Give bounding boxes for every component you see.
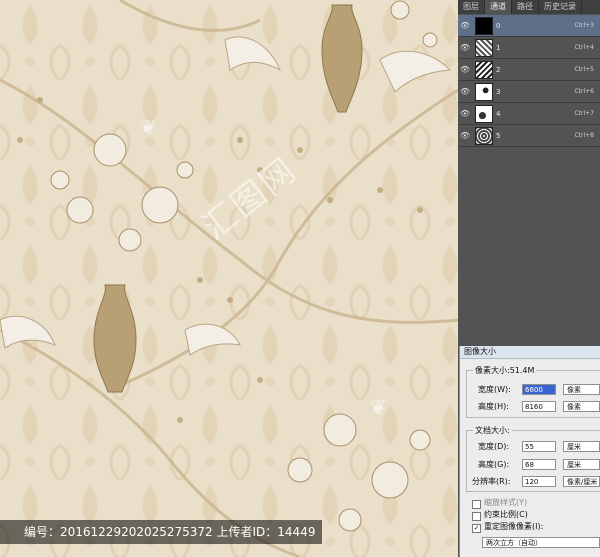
scale-styles-checkbox[interactable] [472,500,481,509]
resample-checkbox[interactable]: ✓ [472,524,481,533]
eye-icon[interactable]: 👁 [458,87,472,96]
width-input[interactable]: 6600 [522,384,556,395]
width-unit-select[interactable]: 像素 [563,384,600,395]
height-label: 高度(H): [478,402,509,411]
doc-height-label: 高度(G): [478,460,510,469]
channel-thumbnail [475,126,493,145]
panel-tabs: 图层 通道 路径 历史记录 [458,0,600,14]
dialog-title: 图像大小 [460,346,600,359]
resolution-input[interactable]: 120 [522,476,556,487]
eye-icon[interactable]: 👁 [458,131,472,140]
tab-layers[interactable]: 图层 [458,0,485,14]
resample-label: 重定图像像素(I): [484,522,544,531]
channel-thumbnail [475,60,493,79]
channel-thumbnail [475,16,493,35]
image-size-dialog: 图像大小 像素大小:51.4M 宽度(W): 6600 像素 高度(H): 81… [459,346,600,557]
channel-row[interactable]: 👁 1 Ctrl+4 [458,37,600,59]
doc-width-label: 宽度(D): [478,442,510,451]
pixel-size-label: 像素大小:51.4M [473,365,537,376]
channel-row[interactable]: 👁 3 Ctrl+6 [458,81,600,103]
width-label: 宽度(W): [478,385,511,394]
channel-thumbnail [475,82,493,101]
doc-width-input[interactable]: 55 [522,441,556,452]
resolution-unit-select[interactable]: 像素/厘米 [563,476,600,487]
damask-artwork [0,0,458,557]
watermark-leaf-icon: ❦ [370,395,387,419]
channel-row[interactable]: 👁 2 Ctrl+5 [458,59,600,81]
channel-row[interactable]: 👁 4 Ctrl+7 [458,103,600,125]
image-canvas: 汇图网 ❦ ❦ [0,0,458,557]
eye-icon[interactable]: 👁 [458,109,472,118]
channel-thumbnail [475,38,493,57]
constrain-label: 约束比例(C) [484,510,528,519]
doc-height-unit-select[interactable]: 厘米 [563,459,600,470]
watermark-leaf-icon: ❦ [140,115,157,139]
channel-row[interactable]: 👁 5 Ctrl+8 [458,125,600,147]
tab-history[interactable]: 历史记录 [539,0,582,14]
resample-method-select[interactable]: 两次立方（自动） [482,537,600,548]
resolution-label: 分辨率(R): [472,477,511,486]
channel-list: 👁 0 Ctrl+3 👁 1 Ctrl+4 👁 2 Ctrl+5 👁 3 Ctr… [458,15,600,147]
tab-channels[interactable]: 通道 [485,0,512,14]
eye-icon[interactable]: 👁 [458,21,472,30]
tab-paths[interactable]: 路径 [512,0,539,14]
height-input[interactable]: 8160 [522,401,556,412]
eye-icon[interactable]: 👁 [458,43,472,52]
channel-row[interactable]: 👁 0 Ctrl+3 [458,15,600,37]
eye-icon[interactable]: 👁 [458,65,472,74]
document-size-label: 文档大小: [473,425,512,436]
height-unit-select[interactable]: 像素 [563,401,600,412]
watermark-info-bar: 编号：20161229202025275372 上传者ID：14449 [0,520,322,544]
channel-thumbnail [475,104,493,123]
doc-width-unit-select[interactable]: 厘米 [563,441,600,452]
scale-styles-label: 缩放样式(Y) [484,498,528,507]
constrain-checkbox[interactable] [472,512,481,521]
doc-height-input[interactable]: 68 [522,459,556,470]
